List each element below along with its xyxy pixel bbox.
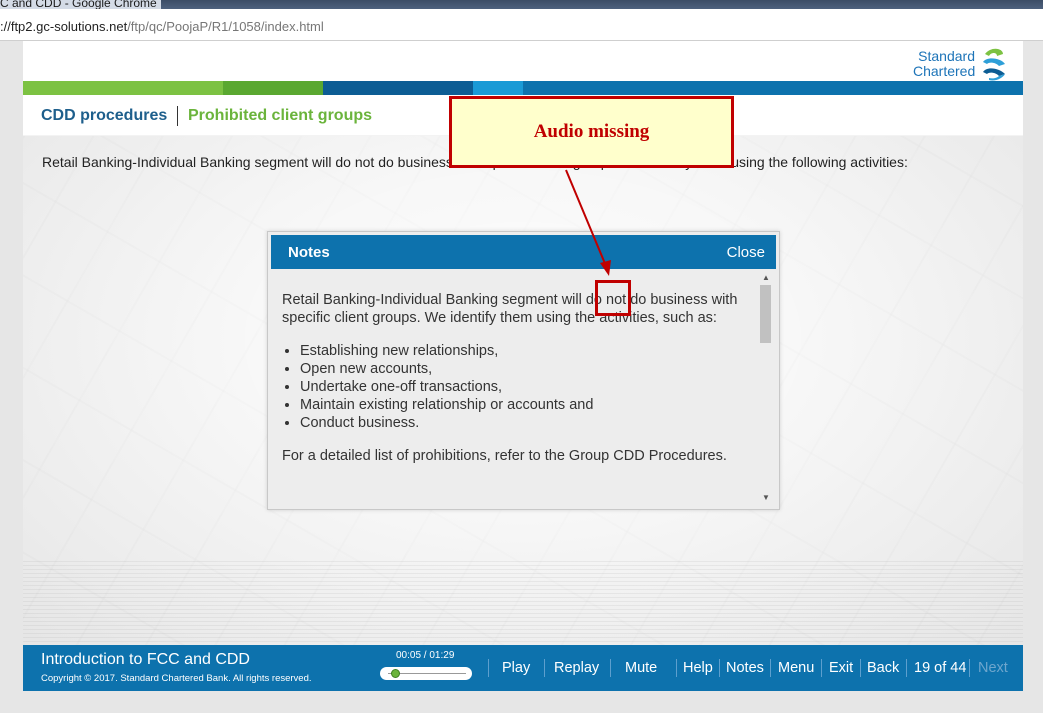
course-title: Introduction to FCC and CDD [41,651,250,668]
list-item: Undertake one-off transactions, [300,378,742,396]
notes-header: Notes Close [271,235,776,269]
progress-track [388,673,466,674]
brand-stripe-navy [323,81,473,95]
help-button[interactable]: Help [683,660,713,676]
brand-stripe-green [23,81,223,95]
nav-divider [676,659,677,677]
list-item: Open new accounts, [300,360,742,378]
annotation-label: Audio missing [533,121,650,142]
logo-line-1: Standard [918,48,975,64]
breadcrumb-section: CDD procedures [41,107,168,124]
notes-bullet-list: Establishing new relationships, Open new… [282,342,742,432]
notes-paragraph-2: For a detailed list of prohibitions, ref… [282,448,727,464]
brand-stripe-blue [523,81,1023,95]
nav-divider [719,659,720,677]
next-button[interactable]: Next [978,660,1008,676]
notes-paragraph-1: Retail Banking-Individual Banking segmen… [282,292,738,326]
play-button[interactable]: Play [502,660,530,676]
notes-button[interactable]: Notes [726,660,764,676]
nav-divider [544,659,545,677]
nav-divider [969,659,970,677]
menu-button[interactable]: Menu [778,660,814,676]
notes-title: Notes [288,244,330,261]
list-item: Establishing new relationships, [300,342,742,360]
breadcrumb-divider [177,106,178,126]
exit-button[interactable]: Exit [829,660,853,676]
player-footer: Introduction to FCC and CDD Copyright © … [23,645,1023,691]
address-bar[interactable]: ://ftp2.gc-solutions.net/ftp/qc/PoojaP/R… [0,9,1043,41]
url-host: ://ftp2.gc-solutions.net [0,19,128,34]
brand-stripe-green-dark [223,81,323,95]
browser-title-bar: C and CDD - Google Chrome [0,0,1043,9]
brand-stripe-cyan [473,81,523,95]
course-header: Standard Chartered [23,41,1023,81]
annotation-highlight-box [595,280,631,316]
logo-text: Standard Chartered [913,49,975,79]
nav-divider [770,659,771,677]
list-item: Conduct business. [300,414,742,432]
url-path: /ftp/qc/PoojaP/R1/1058/index.html [127,19,324,34]
audio-progress-slider[interactable] [380,667,472,680]
notes-close-button[interactable]: Close [727,244,765,261]
logo-line-2: Chartered [913,63,976,79]
background-texture [23,561,1023,646]
list-item: Maintain existing relationship or accoun… [300,396,742,414]
scrollbar-thumb[interactable] [760,285,771,343]
window-title: C and CDD - Google Chrome [0,0,161,9]
back-button[interactable]: Back [867,660,899,676]
copyright-text: Copyright © 2017. Standard Chartered Ban… [41,673,312,684]
page-counter: 19 of 44 [914,660,967,676]
notes-dialog: Notes Close Retail Banking-Individual Ba… [267,231,780,510]
nav-divider [860,659,861,677]
nav-divider [488,659,489,677]
nav-divider [906,659,907,677]
scroll-up-arrow-icon[interactable]: ▲ [762,274,770,282]
notes-scrollbar[interactable]: ▲ ▼ [759,272,772,504]
scroll-down-arrow-icon[interactable]: ▼ [762,494,770,502]
mute-button[interactable]: Mute [625,660,657,676]
breadcrumb-topic: Prohibited client groups [188,107,373,124]
notes-content: Retail Banking-Individual Banking segmen… [282,291,742,480]
nav-divider [610,659,611,677]
progress-knob[interactable] [390,669,400,678]
time-readout: 00:05 / 01:29 [396,650,455,661]
logo-mark-icon [983,48,1005,81]
replay-button[interactable]: Replay [554,660,599,676]
annotation-callout: Audio missing [449,96,734,168]
standard-chartered-logo: Standard Chartered [913,46,1013,82]
nav-divider [821,659,822,677]
url-text[interactable]: ://ftp2.gc-solutions.net/ftp/qc/PoojaP/R… [0,19,324,34]
